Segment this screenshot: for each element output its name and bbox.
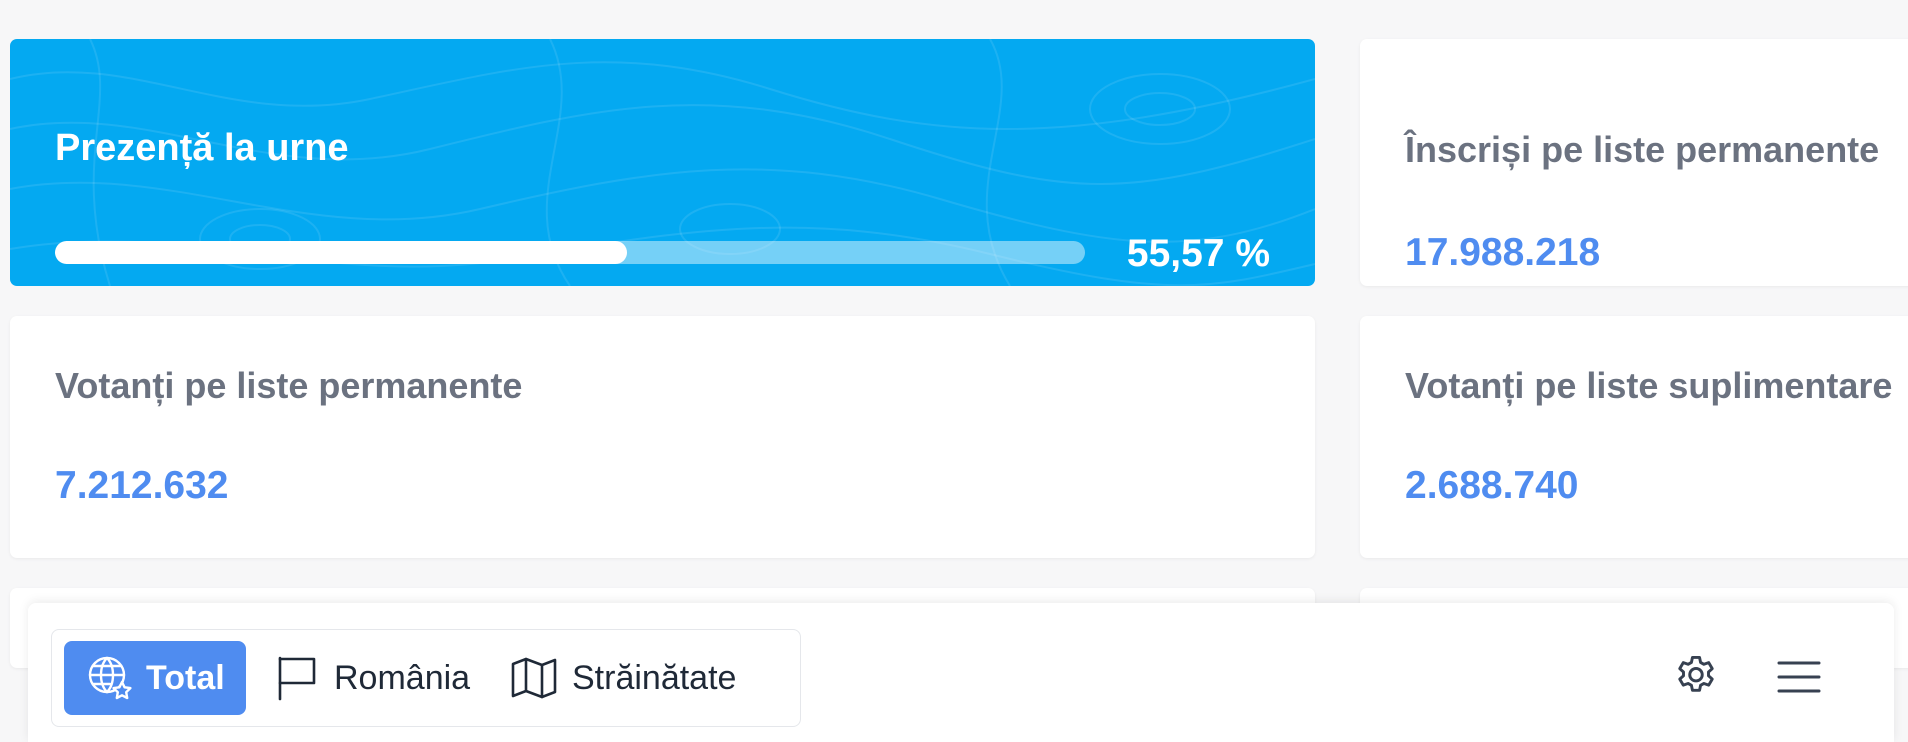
tab-total-label: Total — [146, 658, 225, 697]
bottom-nav-bar: Total România Străinătate — [28, 603, 1894, 742]
dashboard-page: Prezență la urne 55,57 % Înscriși pe lis… — [0, 0, 1908, 742]
voters-supplementary-card: Votanți pe liste suplimentare 2.688.740 — [1360, 316, 1908, 558]
gear-icon — [1678, 655, 1714, 692]
menu-button[interactable] — [1771, 649, 1827, 705]
tab-strainatate-label: Străinătate — [572, 658, 737, 697]
voters-permanent-value: 7.212.632 — [55, 464, 229, 507]
registered-voters-card: Înscriși pe liste permanente 17.988.218 — [1360, 39, 1908, 286]
region-segmented-control: Total România Străinătate — [51, 629, 801, 727]
globe-star-icon — [88, 656, 132, 700]
hamburger-menu-icon — [1777, 661, 1821, 693]
tab-strainatate[interactable]: Străinătate — [496, 641, 736, 715]
turnout-card: Prezență la urne 55,57 % — [10, 39, 1315, 286]
turnout-title: Prezență la urne — [55, 127, 349, 169]
voters-supplementary-title: Votanți pe liste suplimentare — [1405, 365, 1893, 406]
map-icon — [511, 657, 557, 699]
tab-total[interactable]: Total — [64, 641, 246, 715]
registered-title: Înscriși pe liste permanente — [1405, 129, 1880, 170]
turnout-progress-bar — [55, 241, 1085, 264]
turnout-progress-fill — [55, 241, 628, 264]
turnout-percent: 55,57 % — [1126, 232, 1270, 275]
voters-permanent-title: Votanți pe liste permanente — [55, 365, 523, 406]
voters-permanent-card: Votanți pe liste permanente 7.212.632 — [10, 316, 1315, 558]
tab-romania-label: România — [334, 658, 471, 697]
voters-supplementary-value: 2.688.740 — [1405, 464, 1579, 507]
flag-icon — [278, 656, 316, 701]
tab-romania[interactable]: România — [260, 641, 470, 715]
registered-value: 17.988.218 — [1405, 231, 1601, 274]
settings-button[interactable] — [1668, 649, 1724, 705]
